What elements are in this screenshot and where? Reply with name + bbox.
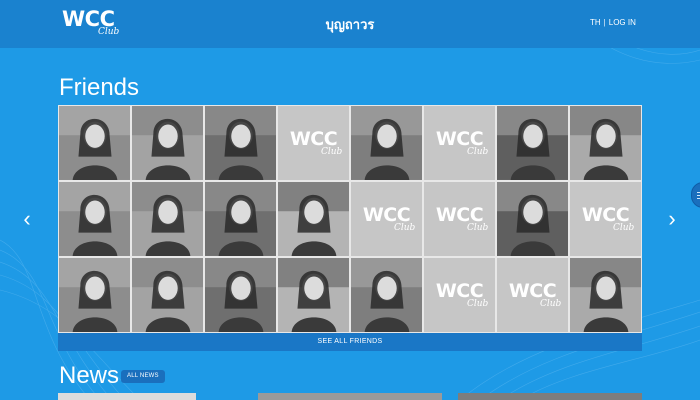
friend-tile-placeholder[interactable]: WCC Club: [350, 181, 423, 257]
side-menu-tab[interactable]: [691, 182, 700, 208]
friend-tile-placeholder[interactable]: WCC Club: [423, 181, 496, 257]
friend-tile-placeholder[interactable]: WCC Club: [496, 257, 569, 333]
club-logo-subtext: Club: [613, 223, 635, 233]
club-logo: WCC Club: [497, 280, 568, 309]
photo-image: [278, 258, 349, 332]
friend-photo[interactable]: [350, 105, 423, 181]
friend-photo[interactable]: [58, 257, 131, 333]
header-bar: WCC Club บุญถาวร TH | LOG IN: [0, 0, 700, 48]
photo-image: [570, 106, 641, 180]
friend-photo[interactable]: [496, 105, 569, 181]
friend-photo[interactable]: [350, 257, 423, 333]
friend-photo[interactable]: [58, 181, 131, 257]
login-link[interactable]: LOG IN: [609, 18, 636, 27]
friends-grid: WCC Club WCC Club WCC Club WCC Club WCC Club WCC Cl…: [58, 105, 642, 333]
friend-photo[interactable]: [58, 105, 131, 181]
friend-tile-placeholder[interactable]: WCC Club: [569, 181, 642, 257]
photo-image: [132, 182, 203, 256]
friend-tile-placeholder[interactable]: WCC Club: [423, 257, 496, 333]
chevron-left-icon[interactable]: ‹: [20, 207, 34, 231]
friend-photo[interactable]: [569, 105, 642, 181]
all-news-button[interactable]: ALL NEWS: [121, 370, 165, 383]
brand-name[interactable]: บุญถาวร: [310, 14, 390, 35]
club-logo-subtext: Club: [467, 223, 489, 233]
chevron-right-icon[interactable]: ›: [665, 207, 679, 231]
friend-tile-placeholder[interactable]: WCC Club: [277, 105, 350, 181]
photo-image: [132, 258, 203, 332]
news-card[interactable]: [258, 393, 442, 400]
club-logo: WCC Club: [424, 204, 495, 233]
see-all-friends-button[interactable]: SEE ALL FRIENDS: [58, 333, 642, 351]
club-logo-subtext: Club: [321, 147, 343, 157]
friend-photo[interactable]: [569, 257, 642, 333]
language-toggle[interactable]: TH: [590, 18, 601, 27]
friend-photo[interactable]: [131, 105, 204, 181]
friend-tile-placeholder[interactable]: WCC Club: [423, 105, 496, 181]
club-logo: WCC Club: [570, 204, 641, 233]
news-card[interactable]: [58, 393, 196, 400]
photo-image: [59, 106, 130, 180]
photo-image: [205, 258, 276, 332]
photo-image: [59, 182, 130, 256]
news-title: News: [59, 362, 120, 389]
site-logo[interactable]: WCC Club: [62, 8, 122, 42]
photo-image: [497, 106, 568, 180]
friend-photo[interactable]: [496, 181, 569, 257]
logo-subtext: Club: [98, 27, 120, 37]
friends-title: Friends: [59, 74, 140, 101]
club-logo: WCC Club: [351, 204, 422, 233]
friend-photo[interactable]: [277, 181, 350, 257]
friend-photo[interactable]: [131, 257, 204, 333]
photo-image: [132, 106, 203, 180]
photo-image: [278, 182, 349, 256]
friend-photo[interactable]: [204, 181, 277, 257]
photo-image: [351, 106, 422, 180]
news-card[interactable]: [458, 393, 642, 400]
club-logo: WCC Club: [424, 280, 495, 309]
club-logo-subtext: Club: [394, 223, 416, 233]
friend-photo[interactable]: [131, 181, 204, 257]
photo-image: [205, 106, 276, 180]
photo-image: [570, 258, 641, 332]
club-logo: WCC Club: [424, 128, 495, 157]
friend-photo[interactable]: [204, 257, 277, 333]
photo-image: [497, 182, 568, 256]
photo-image: [205, 182, 276, 256]
friend-photo[interactable]: [204, 105, 277, 181]
club-logo-subtext: Club: [540, 299, 562, 309]
header-links: TH | LOG IN: [590, 18, 636, 27]
photo-image: [351, 258, 422, 332]
friend-photo[interactable]: [277, 257, 350, 333]
club-logo: WCC Club: [278, 128, 349, 157]
photo-image: [59, 258, 130, 332]
link-separator: |: [603, 18, 606, 27]
club-logo-subtext: Club: [467, 299, 489, 309]
club-logo-subtext: Club: [467, 147, 489, 157]
